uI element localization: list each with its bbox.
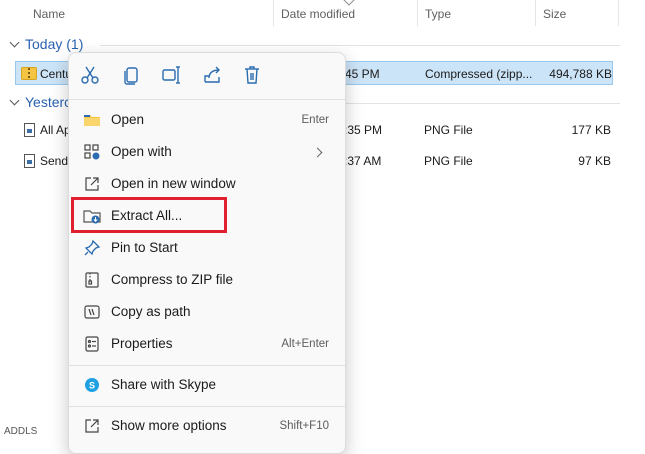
group-label: Yesterc [25,94,72,110]
column-separator[interactable] [535,0,536,26]
group-header-today[interactable]: Today (1) [8,34,83,54]
menu-separator [69,406,345,407]
share-button[interactable] [201,64,225,88]
rename-icon [162,66,180,84]
group-label: Today (1) [25,36,84,52]
column-separator[interactable] [273,0,274,26]
cut-icon [81,66,99,84]
file-date: :35 PM [344,123,383,137]
menu-item-open[interactable]: Open Enter [73,105,341,135]
copy-icon [124,67,138,85]
new-window-icon [85,177,99,191]
column-separator[interactable] [417,0,418,26]
delete-button[interactable] [241,64,265,88]
menu-item-open-new-window[interactable]: Open in new window [73,169,341,199]
open-with-icon [84,144,100,160]
column-size[interactable]: Size [543,0,566,28]
menu-item-compress-zip[interactable]: Compress to ZIP file [73,265,341,295]
copy-button[interactable] [120,64,144,88]
file-size: 177 KB [571,123,611,137]
file-type: PNG File [424,123,473,137]
file-type: Compressed (zipp... [425,67,533,81]
delete-icon [245,66,259,84]
menu-separator [69,365,345,366]
context-menu: Open Enter Open with Open in new window … [68,52,346,454]
pin-icon [84,239,101,256]
menu-item-share-skype[interactable]: S Share with Skype [73,370,341,400]
group-divider [100,45,620,46]
menu-separator [69,99,345,100]
menu-item-open-with[interactable]: Open with [73,137,341,167]
status-bar-text: ADDLS [4,426,38,437]
png-file-icon [24,154,35,168]
column-date-modified[interactable]: Date modified [281,0,355,28]
more-options-icon [85,419,99,433]
file-type: PNG File [424,154,473,168]
chevron-right-icon [312,147,323,158]
file-size: 97 KB [578,154,611,168]
file-size: 494,788 KB [549,67,612,81]
png-file-icon [24,123,35,137]
chevron-down-icon [9,37,20,48]
highlight-box [71,197,227,233]
folder-open-icon [84,115,100,126]
quick-actions-bar [69,53,345,99]
properties-icon [85,336,99,352]
group-header-yesterday[interactable]: Yesterc [8,92,71,112]
file-date: 45 PM [345,67,380,81]
zip-folder-icon [21,67,37,80]
column-type[interactable]: Type [425,0,451,28]
menu-item-copy-as-path[interactable]: Copy as path [73,297,341,327]
skype-icon: S [85,378,99,392]
menu-item-properties[interactable]: Properties Alt+Enter [73,329,341,359]
copy-path-icon [84,305,100,319]
rename-button[interactable] [160,64,184,88]
file-date: :37 AM [344,154,382,168]
zip-icon [85,272,99,288]
column-name[interactable]: Name [33,0,65,28]
cut-button[interactable] [79,64,103,88]
menu-item-pin-to-start[interactable]: Pin to Start [73,233,341,263]
svg-text:S: S [89,381,95,391]
share-icon [204,66,220,83]
chevron-down-icon [9,95,20,106]
column-separator[interactable] [618,0,619,26]
